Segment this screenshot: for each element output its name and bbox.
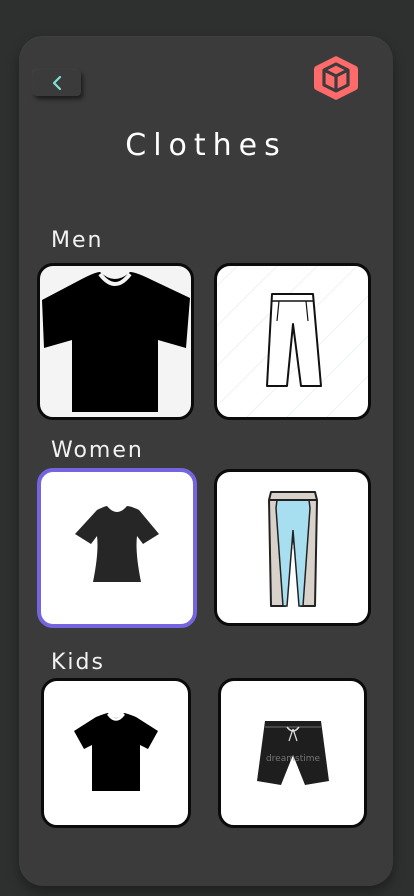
kids-shorts-tile[interactable]: dreamstime bbox=[218, 678, 367, 828]
women-leggings-tile[interactable] bbox=[214, 469, 371, 626]
kids-shorts-image: dreamstime bbox=[257, 721, 329, 785]
men-tshirt-tile[interactable] bbox=[37, 263, 194, 420]
pants-image bbox=[217, 266, 368, 417]
tshirt-image bbox=[42, 272, 190, 412]
chevron-left-icon bbox=[52, 75, 62, 91]
women-top-tile[interactable] bbox=[37, 468, 197, 628]
watermark-text: dreamstime bbox=[266, 754, 321, 764]
clothes-panel: Clothes Men Women Kids dreamstime bbox=[19, 36, 393, 886]
section-label-women: Women bbox=[51, 438, 144, 463]
page-title: Clothes bbox=[125, 128, 287, 163]
cube-icon[interactable] bbox=[312, 54, 360, 102]
fitted-top-image bbox=[75, 506, 159, 582]
section-label-kids: Kids bbox=[51, 650, 105, 675]
leggings-image bbox=[268, 491, 318, 607]
kids-tshirt-tile[interactable] bbox=[41, 678, 191, 828]
men-pants-tile[interactable] bbox=[214, 263, 371, 420]
kids-tshirt-image bbox=[74, 713, 158, 791]
back-button[interactable] bbox=[33, 70, 81, 96]
section-label-men: Men bbox=[51, 228, 104, 253]
